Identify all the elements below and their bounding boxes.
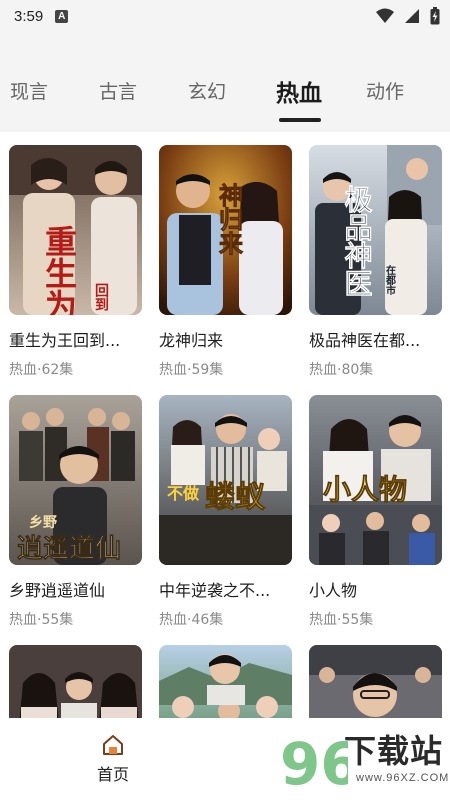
- tab-xuanhuan[interactable]: 玄幻: [188, 77, 226, 104]
- drama-card[interactable]: [309, 645, 442, 718]
- tab-xianyan[interactable]: 现言: [10, 77, 48, 104]
- poster-title-text: 小人物: [323, 473, 407, 506]
- drama-card[interactable]: 小人物 小人物 热血·55集: [309, 395, 442, 629]
- poster-title-text: 蝼蚁: [205, 480, 266, 515]
- drama-card[interactable]: 神归来 龙神归来 热血·59集: [159, 145, 292, 379]
- status-time: 3:59: [14, 7, 44, 25]
- drama-meta: 热血·46集: [159, 612, 224, 628]
- drama-title: 极品神医在都...: [309, 331, 421, 350]
- svg-text:96: 96: [280, 730, 348, 798]
- category-tabs: 现言 古言 玄幻 热血 动作: [0, 72, 450, 132]
- drama-card[interactable]: 不做 蝼蚁 中年逆袭之不... 热血·46集: [159, 395, 292, 629]
- poster-subtitle-text: 不做: [167, 484, 200, 503]
- tab-dongzuo[interactable]: 动作: [366, 77, 404, 104]
- poster-title-text: 极品神医: [341, 185, 374, 297]
- drama-card[interactable]: [159, 645, 292, 718]
- drama-meta: 热血·80集: [309, 362, 374, 378]
- category-header: 现言 古言 玄幻 热血 动作: [0, 32, 450, 132]
- tab-guyan[interactable]: 古言: [99, 77, 137, 104]
- site-watermark: 96 下载站 www.96XZ.COM: [278, 722, 448, 798]
- drama-meta: 热血·55集: [9, 612, 74, 628]
- poster-title-text: 逍遥道仙: [17, 533, 121, 564]
- tab-rexue[interactable]: 热血: [276, 74, 322, 108]
- poster-title-text: 神归来: [215, 183, 244, 255]
- drama-poster[interactable]: 极品神医 在都市: [309, 145, 442, 315]
- poster-subtitle-text: 乡野: [29, 515, 57, 531]
- drama-card[interactable]: 极品神医 在都市 极品神医在都... 热血·80集: [309, 145, 442, 379]
- home-icon: [103, 735, 123, 755]
- drama-title: 小人物: [309, 581, 358, 600]
- signal-icon: [405, 9, 419, 23]
- poster-title-text: 重生为王: [40, 225, 78, 315]
- wifi-icon: [376, 8, 394, 23]
- drama-poster[interactable]: [159, 645, 292, 718]
- drama-title: 乡野逍遥道仙: [9, 581, 106, 600]
- drama-meta: 热血·55集: [309, 612, 374, 628]
- drama-title: 中年逆袭之不...: [159, 581, 271, 600]
- drama-poster[interactable]: [9, 645, 142, 718]
- drama-poster[interactable]: 神归来: [159, 145, 292, 315]
- drama-card[interactable]: [9, 645, 142, 718]
- drama-grid: 重生为王 回到 重生为王回到... 热血·62集 神归来 龙神归来 热血·59集: [0, 132, 450, 718]
- drama-title: 龙神归来: [159, 331, 224, 350]
- drama-poster[interactable]: 重生为王 回到: [9, 145, 142, 315]
- watermark-logo: 96: [280, 730, 348, 798]
- drama-poster[interactable]: [309, 645, 442, 718]
- drama-title: 重生为王回到...: [9, 331, 121, 350]
- status-bar: 3:59 A: [0, 0, 450, 32]
- drama-poster[interactable]: 小人物: [309, 395, 442, 565]
- notification-a-icon: A: [55, 9, 69, 23]
- drama-card[interactable]: 乡野 逍遥道仙 乡野逍遥道仙 热血·55集: [9, 395, 142, 629]
- nav-home-label: 首页: [96, 765, 129, 784]
- nav-home-button[interactable]: 首页: [86, 733, 140, 785]
- watermark-url: www.96XZ.COM: [356, 772, 450, 784]
- drama-card[interactable]: 重生为王 回到 重生为王回到... 热血·62集: [9, 145, 142, 379]
- watermark-text: 下载站: [344, 732, 444, 770]
- active-tab-indicator: [279, 118, 321, 122]
- battery-charging-icon: [430, 7, 440, 25]
- drama-meta: 热血·62集: [9, 362, 74, 378]
- drama-poster[interactable]: 不做 蝼蚁: [159, 395, 292, 565]
- drama-poster[interactable]: 乡野 逍遥道仙: [9, 395, 142, 565]
- status-icons: [376, 7, 440, 25]
- drama-meta: 热血·59集: [159, 362, 224, 378]
- poster-subtitle-text: 回到: [93, 283, 109, 312]
